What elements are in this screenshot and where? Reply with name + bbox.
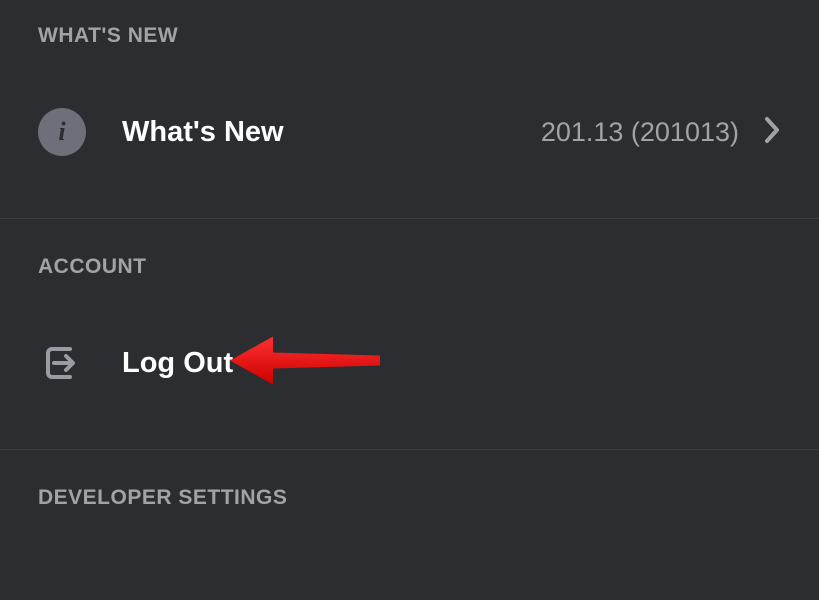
developer-section: DEVELOPER SETTINGS: [0, 450, 819, 528]
section-header-developer: DEVELOPER SETTINGS: [0, 450, 819, 528]
log-out-label: Log Out: [122, 347, 233, 380]
whats-new-label: What's New: [122, 116, 284, 149]
log-out-item[interactable]: Log Out: [0, 315, 819, 411]
annotation-arrow-icon: [225, 331, 385, 396]
whats-new-value: 201.13 (201013): [541, 117, 739, 148]
whats-new-section: WHAT'S NEW i What's New 201.13 (201013): [0, 0, 819, 218]
account-section: ACCOUNT Log Out: [0, 219, 819, 449]
whats-new-item[interactable]: i What's New 201.13 (201013): [0, 84, 819, 180]
info-icon: i: [38, 108, 86, 156]
chevron-right-icon: [763, 115, 781, 150]
section-header-whatsnew: WHAT'S NEW: [0, 0, 819, 66]
logout-icon: [38, 339, 86, 387]
section-header-account: ACCOUNT: [0, 219, 819, 297]
